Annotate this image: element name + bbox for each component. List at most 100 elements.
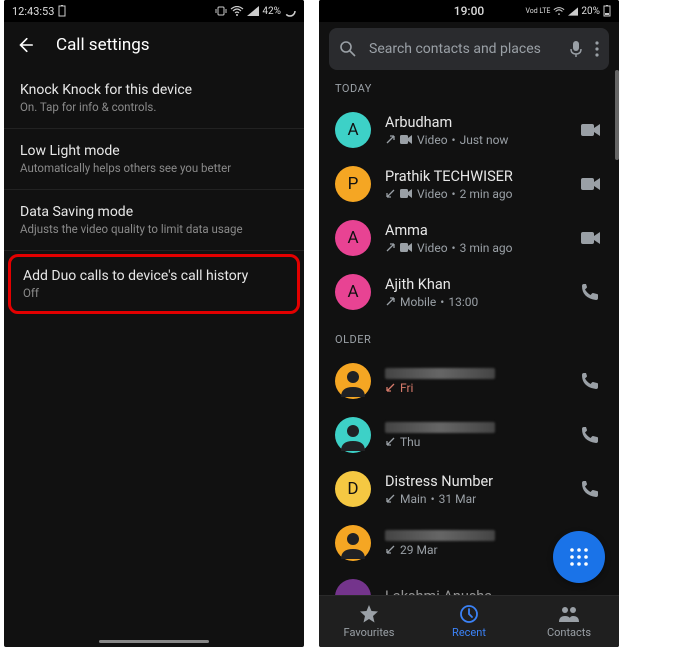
back-arrow-icon[interactable] xyxy=(16,35,34,55)
setting-data-saving[interactable]: Data Saving mode Adjusts the video quali… xyxy=(4,190,304,251)
mic-icon[interactable] xyxy=(569,40,583,58)
call-subtitle: Fri xyxy=(385,381,567,395)
header: Call settings xyxy=(4,22,304,68)
nav-recent[interactable]: Recent xyxy=(419,596,519,647)
call-name: Amma xyxy=(385,222,567,239)
people-icon xyxy=(558,604,580,624)
avatar: D xyxy=(335,471,371,507)
avatar xyxy=(335,417,371,453)
call-subtitle: Main • 31 Mar xyxy=(385,492,567,506)
nav-label: Recent xyxy=(452,626,486,639)
avatar: A xyxy=(335,112,371,148)
star-icon xyxy=(359,604,379,624)
setting-sub: On. Tap for info & controls. xyxy=(20,100,288,114)
avatar xyxy=(335,579,371,595)
section-today: TODAY xyxy=(319,68,619,103)
call-subtitle: Video • 2 min ago xyxy=(385,187,567,201)
call-subtitle: Thu xyxy=(385,435,567,449)
status-time: 19:00 xyxy=(454,4,484,18)
phone-call-button[interactable] xyxy=(581,426,603,444)
search-bar[interactable]: Search contacts and places xyxy=(329,28,609,70)
battery-ring-icon xyxy=(284,5,296,17)
call-subtitle: Video • 3 min ago xyxy=(385,241,567,255)
setting-label: Low Light mode xyxy=(20,143,288,159)
call-name xyxy=(385,530,567,541)
setting-label: Knock Knock for this device xyxy=(20,82,288,98)
phone-call-button[interactable] xyxy=(581,372,603,390)
call-info: Prathik TECHWISER Video • 2 min ago xyxy=(385,168,567,201)
call-row[interactable]: A Arbudham Video • Just now xyxy=(319,103,619,157)
call-name: Lakshmi Anusha xyxy=(385,588,567,596)
overflow-menu-icon[interactable] xyxy=(595,41,599,57)
call-name: Distress Number xyxy=(385,473,567,490)
signal-icon xyxy=(247,6,259,16)
home-indicator[interactable] xyxy=(99,640,209,643)
status-battery: 42% xyxy=(262,6,281,17)
call-subtitle: 29 Mar xyxy=(385,543,567,557)
setting-sub: Adjusts the video quality to limit data … xyxy=(20,222,288,236)
call-name xyxy=(385,368,567,379)
right-phone-dialer-recent: 19:00 Vod LTE 20% Search contacts and pl… xyxy=(319,0,619,647)
status-bar: 19:00 Vod LTE 20% xyxy=(319,0,619,22)
call-info: Ajith Khan Mobile • 13:00 xyxy=(385,276,567,309)
video-call-button[interactable] xyxy=(581,231,603,245)
phone-call-button[interactable] xyxy=(581,283,603,301)
setting-label: Add Duo calls to device's call history xyxy=(23,268,285,284)
signal-icon xyxy=(568,7,578,16)
dialpad-fab[interactable] xyxy=(553,531,605,583)
avatar xyxy=(335,363,371,399)
call-subtitle: Video • Just now xyxy=(385,133,567,147)
call-info: Thu xyxy=(385,422,567,449)
nav-contacts[interactable]: Contacts xyxy=(519,596,619,647)
clock-icon xyxy=(459,604,479,624)
call-name xyxy=(385,422,567,433)
nav-label: Contacts xyxy=(547,626,591,639)
call-info: 29 Mar xyxy=(385,530,567,557)
call-row[interactable]: A Amma Video • 3 min ago xyxy=(319,211,619,265)
setting-add-duo-history-highlighted[interactable]: Add Duo calls to device's call history O… xyxy=(8,254,300,314)
nav-favourites[interactable]: Favourites xyxy=(319,596,419,647)
carrier-label: Vod LTE xyxy=(525,7,550,15)
call-subtitle: Mobile • 13:00 xyxy=(385,295,567,309)
call-row[interactable]: Fri xyxy=(319,354,619,408)
call-info: Fri xyxy=(385,368,567,395)
call-info: Distress Number Main • 31 Mar xyxy=(385,473,567,506)
call-row[interactable]: D Distress Number Main • 31 Mar xyxy=(319,462,619,516)
call-name: Arbudham xyxy=(385,114,567,131)
video-call-button[interactable] xyxy=(581,177,603,191)
status-time: 12:43:53 xyxy=(12,5,54,18)
dialpad-icon xyxy=(568,546,590,568)
avatar xyxy=(335,525,371,561)
call-name: Prathik TECHWISER xyxy=(385,168,567,185)
setting-label: Data Saving mode xyxy=(20,204,288,220)
vibrate-icon xyxy=(215,5,227,17)
section-older: OLDER xyxy=(319,319,619,354)
bottom-nav: Favourites Recent Contacts xyxy=(319,595,619,647)
wifi-icon xyxy=(230,6,244,16)
avatar: P xyxy=(335,166,371,202)
nav-label: Favourites xyxy=(344,626,395,639)
call-name: Ajith Khan xyxy=(385,276,567,293)
wifi-icon xyxy=(553,7,565,16)
search-placeholder: Search contacts and places xyxy=(369,41,557,57)
page-title: Call settings xyxy=(56,35,150,55)
search-icon xyxy=(339,40,357,58)
avatar: A xyxy=(335,220,371,256)
left-phone-duo-settings: 12:43:53 42% Call settings Knock Knock f… xyxy=(4,0,304,647)
setting-sub: Off xyxy=(23,286,285,300)
phone-call-button[interactable] xyxy=(581,480,603,498)
battery-icon xyxy=(603,5,611,17)
call-row[interactable]: P Prathik TECHWISER Video • 2 min ago xyxy=(319,157,619,211)
call-row[interactable]: A Ajith Khan Mobile • 13:00 xyxy=(319,265,619,319)
setting-sub: Automatically helps others see you bette… xyxy=(20,161,288,175)
battery-small-icon xyxy=(58,5,66,17)
video-call-button[interactable] xyxy=(581,123,603,137)
status-battery: 20% xyxy=(581,6,600,17)
call-info: Arbudham Video • Just now xyxy=(385,114,567,147)
setting-knock-knock[interactable]: Knock Knock for this device On. Tap for … xyxy=(4,68,304,129)
avatar: A xyxy=(335,274,371,310)
call-row[interactable]: Thu xyxy=(319,408,619,462)
setting-low-light[interactable]: Low Light mode Automatically helps other… xyxy=(4,129,304,190)
call-info: Lakshmi Anusha xyxy=(385,588,567,596)
call-info: Amma Video • 3 min ago xyxy=(385,222,567,255)
